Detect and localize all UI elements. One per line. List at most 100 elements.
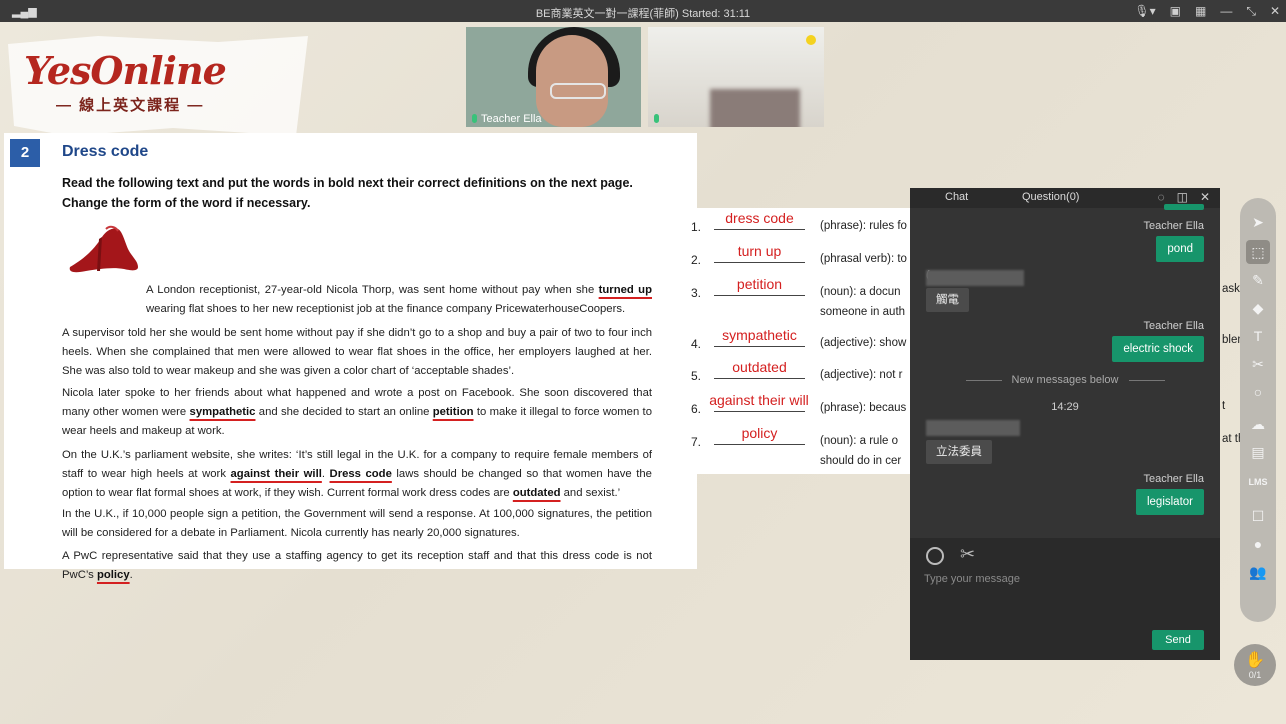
cloud-icon[interactable]: ☁ — [1246, 412, 1270, 436]
text: A London receptionist, 27-year-old Nicol… — [146, 284, 599, 296]
def-number: 5. — [691, 369, 702, 383]
minimize-icon[interactable]: — — [1220, 4, 1232, 19]
layout-icon[interactable]: ▦ — [1195, 4, 1206, 19]
hand-icon: ✋ — [1245, 652, 1265, 669]
text: and she decided to start an online — [255, 406, 433, 418]
whiteboard[interactable]: YesOnline — 線上英文課程 — Teacher Ella 2 Dres… — [0, 22, 1286, 724]
answer-line — [714, 444, 805, 445]
bubble-icon[interactable]: ◌ — [1157, 190, 1164, 204]
emoji-icon[interactable] — [926, 547, 944, 565]
chat-messages[interactable]: Teacher Ella pond ( 觸電 Teacher Ella elec… — [910, 204, 1220, 538]
def-answer: sympathetic — [722, 327, 797, 343]
paragraph-4: On the U.K.’s parliament website, she wr… — [62, 446, 652, 503]
tab-chat[interactable]: Chat — [945, 191, 968, 203]
close-icon[interactable]: ✕ — [1270, 4, 1280, 19]
toolbox-icon[interactable]: ▤ — [1246, 440, 1270, 464]
definition-row: 2. turn up (phrasal verb): to — [684, 243, 910, 269]
definition-row: 1. dress code (phrase): rules fo — [684, 210, 910, 236]
pointer-icon[interactable]: ➤ — [1246, 210, 1270, 234]
video-name: Teacher Ella — [481, 113, 542, 125]
paragraph-2: A supervisor told her she would be sent … — [62, 327, 652, 377]
high-heel-shoe-image — [69, 225, 138, 273]
glasses — [550, 83, 606, 99]
def-number: 3. — [691, 286, 702, 300]
users-icon[interactable]: 👥 — [1246, 560, 1270, 584]
text: . — [321, 468, 330, 480]
whiteboard-toolbar: ➤ ⬚ ✎ ◆ T ✂ ○ ☁ ▤ LMS ☐ ● 👥 — [1240, 198, 1276, 622]
text: and sexist.’ — [560, 487, 621, 499]
def-answer: petition — [736, 276, 783, 292]
definition-row: 6. against their will (phrase): becaus — [684, 392, 910, 418]
text-icon[interactable]: T — [1246, 324, 1270, 348]
message-bubble: legislator — [1135, 489, 1204, 515]
def-answer: against their will — [709, 392, 809, 408]
message-bubble: pond — [1156, 236, 1204, 262]
bold-word: policy — [96, 569, 130, 581]
def-peek-text: t — [1222, 400, 1226, 412]
section-number: 2 — [10, 139, 40, 167]
def-text: (phrase): becaus — [820, 402, 907, 414]
message-bubble: 立法委員 — [926, 440, 992, 464]
answer-line — [714, 295, 805, 296]
popout-icon[interactable]: ◫ — [1177, 190, 1188, 204]
eraser-icon[interactable]: ◆ — [1246, 296, 1270, 320]
student-video[interactable] — [648, 27, 824, 127]
paragraph-5: In the U.K., if 10,000 people sign a pet… — [62, 508, 652, 539]
def-text: (adjective): show — [820, 337, 907, 349]
bold-word: turned up — [598, 284, 652, 296]
def-text-line2: someone in auth — [820, 306, 906, 318]
teacher-video[interactable]: Teacher Ella — [466, 27, 641, 127]
message-bubble: 觸電 — [926, 288, 969, 312]
def-number: 1. — [691, 220, 702, 234]
close-icon[interactable]: ✕ — [1200, 190, 1210, 204]
worksheet: 2 Dress code Read the following text and… — [4, 133, 697, 581]
edit-icon[interactable]: ☐ — [1246, 504, 1270, 528]
def-text: (noun): a rule o — [820, 435, 898, 447]
def-answer: dress code — [725, 210, 794, 226]
answer-line — [714, 229, 805, 230]
pen-icon[interactable]: ✎ — [1246, 268, 1270, 292]
camera-icon[interactable]: ▣ — [1170, 4, 1181, 19]
def-number: 2. — [691, 253, 702, 267]
def-answer: policy — [741, 425, 778, 441]
lms-icon[interactable]: LMS — [1246, 470, 1270, 494]
logo-text: YesOnline — [24, 48, 227, 93]
scissors-icon[interactable]: ✂ — [960, 544, 975, 565]
shape-icon[interactable]: ○ — [1246, 380, 1270, 404]
paragraph-1: A London receptionist, 27-year-old Nicol… — [62, 281, 652, 319]
chat-input-area: ✂ Type your message Send — [910, 538, 1220, 660]
paragraph-3: Nicola later spoke to her friends about … — [62, 384, 652, 441]
message-sender: Teacher Ella — [1143, 320, 1204, 332]
bold-word: against their will — [230, 468, 322, 480]
chat-icon[interactable]: ● — [1246, 532, 1270, 556]
raise-hand-button[interactable]: ✋ 0/1 — [1234, 644, 1276, 686]
answer-line — [714, 378, 805, 379]
text: . — [129, 569, 133, 581]
def-text-line2: should do in cer — [820, 455, 902, 467]
definitions-list: 1. dress code (phrase): rules fo 2. turn… — [684, 208, 910, 474]
def-text: (noun): a docun — [820, 286, 901, 298]
def-text: (phrasal verb): to — [820, 253, 907, 265]
hand-count: 0/1 — [1248, 670, 1262, 680]
tab-question[interactable]: Question(0) — [1022, 191, 1079, 203]
paragraph-6: A PwC representative said that they use … — [62, 547, 652, 585]
status-dot — [806, 35, 816, 45]
person-face — [536, 35, 608, 127]
def-number: 7. — [691, 435, 702, 449]
definition-row: 3. petition (noun): a docun someone in a… — [684, 276, 910, 318]
blurred-sender — [926, 420, 1020, 436]
definition-row: 5. outdated (adjective): not r — [684, 359, 910, 385]
instructions: Read the following text and put the word… — [62, 176, 633, 210]
mic-icon[interactable]: 🎙▾ — [1134, 4, 1155, 19]
chat-panel: Chat Question(0) ◌ ◫ ✕ Teacher Ella pond… — [910, 188, 1220, 660]
definition-row: 4. sympathetic (adjective): show — [684, 327, 910, 353]
message-time: 14:29 — [1051, 401, 1079, 413]
blurred-sender — [926, 270, 1024, 286]
title-bar: ▂▄▆ BE商業英文一對一課程(菲師) Started: 31:11 🎙▾ ▣ … — [0, 0, 1286, 22]
message-input[interactable]: Type your message — [924, 573, 1020, 585]
blurred-face — [710, 89, 800, 127]
fullscreen-icon[interactable]: ⤡ — [1246, 4, 1256, 19]
select-icon[interactable]: ⬚ — [1246, 240, 1270, 264]
send-button[interactable]: Send — [1152, 630, 1204, 650]
scissors-icon[interactable]: ✂ — [1246, 352, 1270, 376]
